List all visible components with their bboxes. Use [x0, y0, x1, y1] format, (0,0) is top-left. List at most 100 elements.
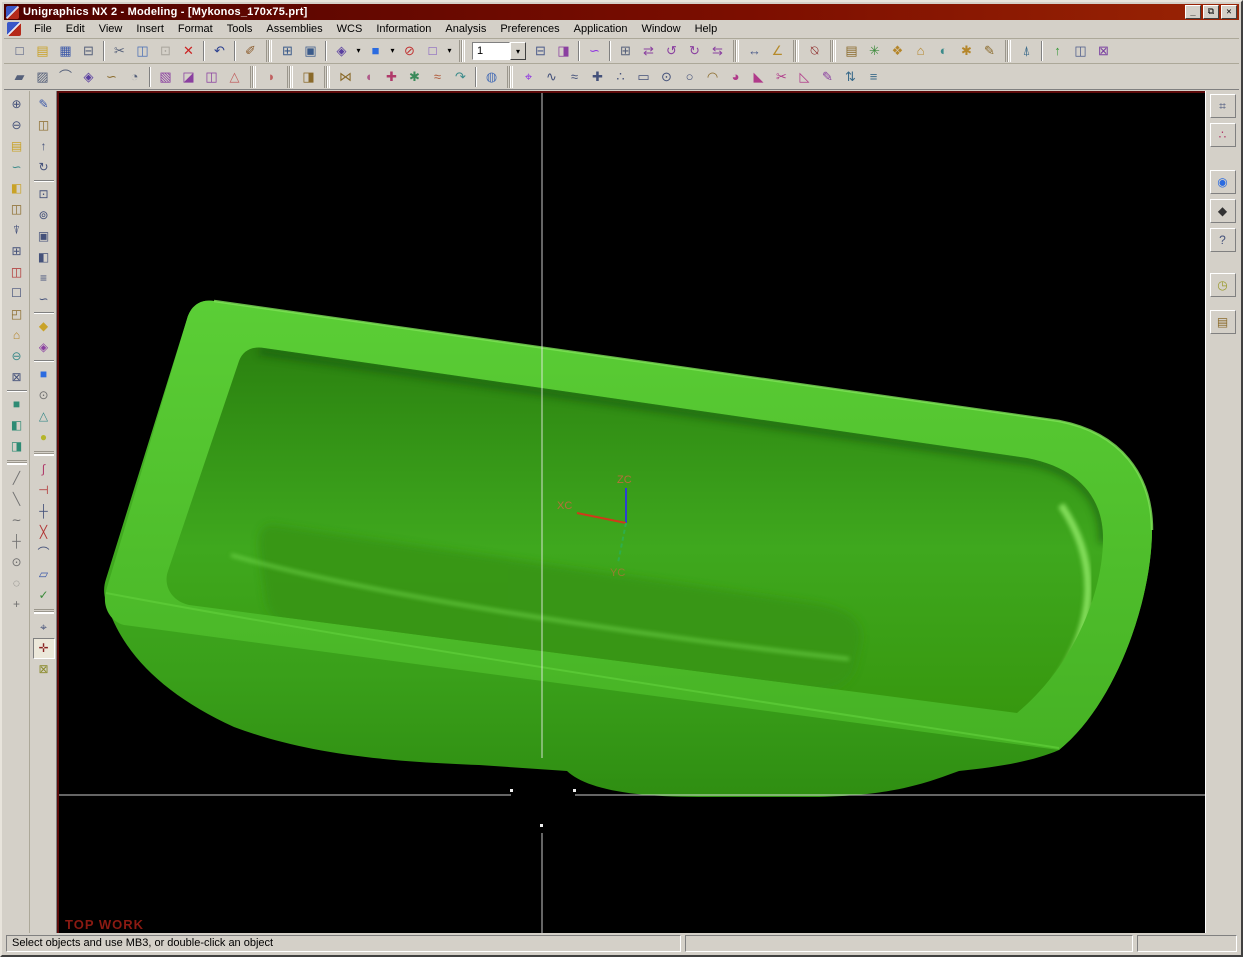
- basic-plus-button[interactable]: +: [6, 594, 28, 615]
- menu-assemblies[interactable]: Assemblies: [259, 21, 329, 37]
- freeform-shape-button[interactable]: ∽: [6, 157, 28, 178]
- spline-button[interactable]: ≈: [563, 66, 586, 88]
- basic-circle-button[interactable]: ⊙: [6, 552, 28, 573]
- layer-settings-button[interactable]: ⊟: [529, 40, 552, 62]
- offset-surface-button[interactable]: ◨: [297, 66, 320, 88]
- menu-help[interactable]: Help: [688, 21, 725, 37]
- mold-cavity-button[interactable]: ⌂: [6, 325, 28, 346]
- extrude-button[interactable]: ↑: [33, 136, 55, 157]
- visible-in-view-button[interactable]: ◨: [552, 40, 575, 62]
- curve-continuity-button[interactable]: ∽: [583, 40, 606, 62]
- fillet-curve-button[interactable]: ◕: [724, 66, 747, 88]
- menu-information[interactable]: Information: [369, 21, 438, 37]
- menu-analysis[interactable]: Analysis: [438, 21, 493, 37]
- menu-tools[interactable]: Tools: [220, 21, 260, 37]
- unite-button[interactable]: ◆: [33, 316, 55, 337]
- revolve-button[interactable]: ↻: [33, 157, 55, 178]
- tutorials-tab[interactable]: ◆: [1210, 199, 1236, 223]
- restore-button[interactable]: ⧉: [1203, 5, 1219, 19]
- project-curve-button[interactable]: ⇅: [839, 66, 862, 88]
- rotate-view-cw-button[interactable]: ↻: [683, 40, 706, 62]
- subtract-button[interactable]: ◈: [33, 337, 55, 358]
- work-layer-input[interactable]: 1: [472, 42, 510, 60]
- basic-arc-button[interactable]: ∼: [6, 510, 28, 531]
- menu-format[interactable]: Format: [171, 21, 220, 37]
- n-sided-surface-button[interactable]: △: [223, 66, 246, 88]
- disable-highlight-button[interactable]: ⊘: [398, 40, 421, 62]
- quick-trim-button[interactable]: ╳: [33, 522, 55, 543]
- update-display-button[interactable]: ⇆: [706, 40, 729, 62]
- plot-button[interactable]: ⊞: [614, 40, 637, 62]
- new-part-button[interactable]: □: [8, 40, 31, 62]
- snapshot-button[interactable]: ▣: [299, 40, 322, 62]
- bounded-plane-button[interactable]: ▧: [154, 66, 177, 88]
- sew-surface-button[interactable]: ⋈: [334, 66, 357, 88]
- swept-surface-button[interactable]: ∽: [100, 66, 123, 88]
- boss-button[interactable]: ⊚: [33, 205, 55, 226]
- trim-curve-button[interactable]: ✂: [770, 66, 793, 88]
- delete-button[interactable]: ✕: [177, 40, 200, 62]
- history-tab[interactable]: ◷: [1210, 273, 1236, 297]
- minimize-button[interactable]: _: [1185, 5, 1201, 19]
- promote-button[interactable]: ✐: [239, 40, 262, 62]
- bounding-box-button[interactable]: ⊠: [6, 367, 28, 388]
- dimension-button[interactable]: ┼: [33, 501, 55, 522]
- orient-view-button[interactable]: ◈: [330, 40, 353, 62]
- hole-button[interactable]: ⊡: [33, 184, 55, 205]
- copy-button[interactable]: ◫: [131, 40, 154, 62]
- rectangle-button[interactable]: ▭: [632, 66, 655, 88]
- profile-button[interactable]: ▱: [33, 564, 55, 585]
- menu-edit[interactable]: Edit: [59, 21, 92, 37]
- replace-view-button[interactable]: ⇄: [637, 40, 660, 62]
- solid-tool-button[interactable]: ◧: [6, 178, 28, 199]
- cylinder-button[interactable]: ⊙: [33, 385, 55, 406]
- spreadsheet-button[interactable]: ⍋: [1015, 40, 1038, 62]
- menu-window[interactable]: Window: [634, 21, 687, 37]
- cone-button[interactable]: △: [33, 406, 55, 427]
- object-info-button[interactable]: ⍉: [803, 40, 826, 62]
- polyline-button[interactable]: ∿: [540, 66, 563, 88]
- rotate-view-button[interactable]: ⊕: [6, 94, 28, 115]
- fillet-surface-button[interactable]: ◗: [260, 66, 283, 88]
- teamcenter-button[interactable]: ✳: [863, 40, 886, 62]
- section-surface-button[interactable]: ◔: [123, 66, 146, 88]
- select-region-button[interactable]: ☐: [6, 283, 28, 304]
- menu-wcs[interactable]: WCS: [330, 21, 370, 37]
- wireframe-display-button[interactable]: □: [421, 40, 444, 62]
- save-part-button[interactable]: ▦: [54, 40, 77, 62]
- patch-body-button[interactable]: ◨: [6, 436, 28, 457]
- chamfer-curve-button[interactable]: ◣: [747, 66, 770, 88]
- part-family-button[interactable]: ▤: [840, 40, 863, 62]
- edit-curve-button[interactable]: ✎: [816, 66, 839, 88]
- work-layer-dropdown[interactable]: ▾: [510, 42, 526, 60]
- groove-button[interactable]: ≡: [33, 268, 55, 289]
- finish-sketch-button[interactable]: ✓: [33, 585, 55, 606]
- shaded-display-dropdown[interactable]: ▾: [387, 40, 398, 62]
- measure-angle-button[interactable]: ∠: [766, 40, 789, 62]
- wcs-display-button[interactable]: ⊠: [33, 659, 55, 680]
- point-button[interactable]: ✚: [586, 66, 609, 88]
- point-constructor-button[interactable]: ⌖: [517, 66, 540, 88]
- four-point-surface-button[interactable]: ▰: [8, 66, 31, 88]
- curve-mesh-button[interactable]: ◈: [77, 66, 100, 88]
- menu-file[interactable]: File: [27, 21, 59, 37]
- ruled-surface-button[interactable]: ▨: [31, 66, 54, 88]
- sheet-metal-button[interactable]: ◐: [932, 40, 955, 62]
- slot-button[interactable]: ∽: [33, 289, 55, 310]
- sketch-fillet-button[interactable]: ⌒: [33, 543, 55, 564]
- deform-surface-button[interactable]: ◖: [357, 66, 380, 88]
- basic-line2-button[interactable]: ╲: [6, 489, 28, 510]
- drafting-button[interactable]: ✎: [978, 40, 1001, 62]
- assembly-navigator-tab[interactable]: ⌗: [1210, 94, 1236, 118]
- help-tab[interactable]: ?: [1210, 228, 1236, 252]
- move-pole-button[interactable]: ✚: [380, 66, 403, 88]
- sheet-to-solid-button[interactable]: ■: [6, 394, 28, 415]
- wcs-dynamics-button[interactable]: ✛: [33, 638, 55, 659]
- die-design-button[interactable]: ◰: [6, 304, 28, 325]
- basic-point-button[interactable]: ┼: [6, 531, 28, 552]
- circle-center-button[interactable]: ⊙: [655, 66, 678, 88]
- shape-studio-button[interactable]: ✱: [955, 40, 978, 62]
- thicken-sheet-button[interactable]: ◧: [6, 415, 28, 436]
- datum-plane-button[interactable]: ◫: [33, 115, 55, 136]
- sketch-button[interactable]: ✎: [33, 94, 55, 115]
